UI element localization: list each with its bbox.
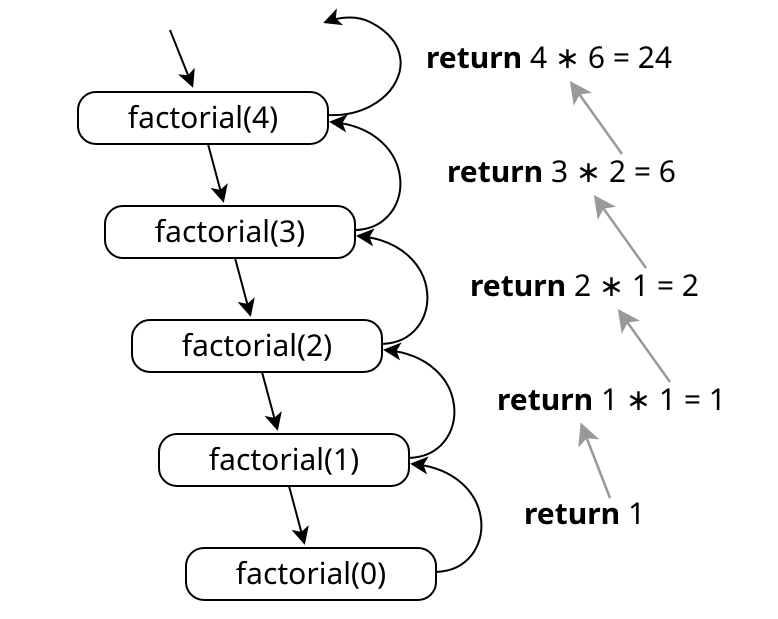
call-arrow-4-3 bbox=[208, 144, 223, 200]
call-node-3: factorial(3) bbox=[105, 206, 355, 258]
return-text-4: return 4 ∗ 6 = 24 bbox=[426, 36, 672, 77]
call-label-1: factorial(1) bbox=[209, 438, 359, 479]
call-node-4: factorial(4) bbox=[78, 92, 328, 144]
call-node-2: factorial(2) bbox=[132, 320, 382, 372]
call-node-0: factorial(0) bbox=[186, 548, 436, 600]
call-arrow-1-0 bbox=[289, 486, 304, 542]
trace-arrow-2-3 bbox=[596, 198, 646, 268]
trace-arrow-3-4 bbox=[572, 84, 622, 154]
return-text-3: return 3 ∗ 2 = 6 bbox=[447, 150, 676, 191]
call-label-2: factorial(2) bbox=[182, 324, 332, 365]
final-return-arrow bbox=[326, 18, 401, 116]
call-label-3: factorial(3) bbox=[155, 210, 305, 251]
return-text-0: return 1 bbox=[524, 492, 645, 533]
return-text-2: return 2 ∗ 1 = 2 bbox=[470, 264, 699, 305]
call-arrow-3-2 bbox=[235, 258, 250, 314]
entry-arrow bbox=[170, 30, 192, 85]
trace-arrow-0-1 bbox=[582, 426, 610, 498]
call-label-0: factorial(0) bbox=[236, 552, 386, 593]
call-label-4: factorial(4) bbox=[128, 96, 278, 137]
call-arrow-2-1 bbox=[262, 372, 277, 428]
trace-arrow-1-2 bbox=[620, 312, 670, 382]
return-text-1: return 1 ∗ 1 = 1 bbox=[497, 378, 726, 419]
call-node-1: factorial(1) bbox=[159, 434, 409, 486]
